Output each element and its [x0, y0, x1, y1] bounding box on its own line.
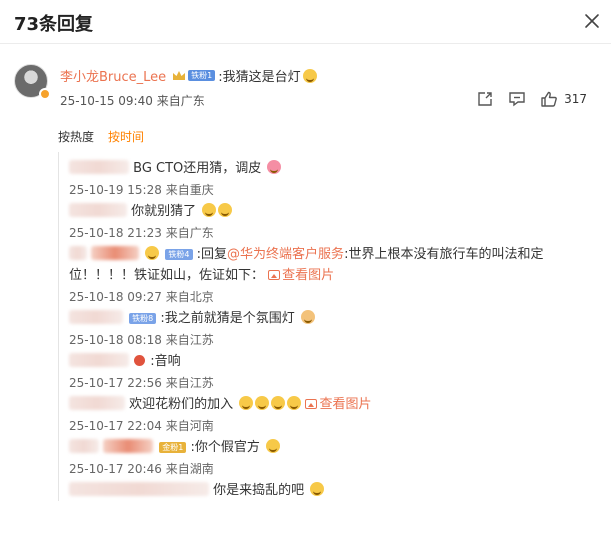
fan-badge: 铁粉4: [165, 249, 193, 260]
laugh-emoji-icon: [266, 439, 281, 453]
list-item: 欢迎花粉们的加入 查看图片 25-10-17 22:04 来自河南: [59, 394, 598, 437]
smile-emoji-icon: [310, 482, 325, 496]
reply-location: 来自河南: [165, 419, 214, 433]
grin-emoji-icon: [287, 396, 302, 410]
list-item: 铁粉8 :我之前就猜是个氛围灯 25-10-18 08:18 来自江苏: [59, 308, 598, 351]
gold-fan-badge: 金粉1: [159, 442, 187, 453]
comment-icon[interactable]: [508, 90, 526, 108]
tongue-emoji-icon: [267, 160, 282, 174]
view-picture-label: 查看图片: [319, 397, 372, 412]
reply-location: 来自江苏: [165, 376, 214, 390]
laugh-emoji-icon: [202, 203, 217, 217]
list-item: 金粉1 :你个假官方 25-10-17 20:46 来自湖南: [59, 437, 598, 480]
grin-emoji-icon: [271, 396, 286, 410]
reply-text-continued: 位！！！！铁证如山，佐证如下：: [69, 268, 265, 283]
view-picture-link[interactable]: 查看图片: [268, 268, 334, 283]
badge-icon: [134, 355, 146, 366]
picture-icon: [268, 270, 281, 280]
picture-icon: [305, 399, 318, 409]
like-icon[interactable]: [540, 90, 558, 108]
dialog-header: 73条回复: [0, 0, 611, 44]
list-item: 你就别猜了 25-10-18 21:23 来自广东: [59, 201, 598, 244]
reply-timestamp: 25-10-18 21:23: [69, 226, 162, 240]
blurred-username: [69, 439, 99, 453]
reply-prefix: :回复: [196, 247, 228, 262]
blurred-username: [69, 310, 123, 324]
blurred-username: [69, 203, 127, 217]
reply-text: :音响: [150, 354, 181, 369]
like-count: 317: [564, 92, 587, 106]
reply-location: 来自北京: [165, 290, 214, 304]
view-picture-link[interactable]: 查看图片: [305, 397, 371, 412]
tab-sort-by-hot[interactable]: 按热度: [58, 128, 94, 145]
laugh-emoji-icon: [218, 203, 233, 217]
main-comment-username[interactable]: 李小龙Bruce_Lee: [60, 66, 166, 85]
grin-emoji-icon: [255, 396, 270, 410]
blurred-username: [69, 246, 87, 260]
main-comment: 李小龙Bruce_Lee 铁粉1 :我猜这是台灯 25-10-15 09:40 …: [0, 54, 611, 116]
blurred-username: [103, 439, 154, 453]
fan-badge: 铁粉1: [188, 70, 216, 81]
crown-emoji-icon: [145, 246, 160, 260]
list-item: BG CTO还用猜，调皮 25-10-19 15:28 来自重庆: [59, 158, 598, 201]
reply-text: 你是来捣乱的吧: [213, 483, 305, 498]
share-icon[interactable]: [476, 90, 494, 108]
verified-badge-icon: [39, 88, 51, 100]
reply-location: 来自湖南: [165, 462, 214, 476]
reply-location: 来自广东: [165, 226, 214, 240]
main-comment-text: :我猜这是台灯: [218, 70, 301, 85]
reply-timestamp: 25-10-17 20:46: [69, 462, 162, 476]
blurred-username: [69, 482, 209, 496]
sort-tabs: 按热度 按时间: [58, 128, 144, 145]
reply-text: :世界上根本没有旅行车的叫法和定: [344, 247, 544, 262]
list-item: 铁粉4 :回复@华为终端客户服务:世界上根本没有旅行车的叫法和定 位！！！！铁证…: [59, 244, 598, 308]
close-icon[interactable]: [581, 10, 603, 32]
reply-timestamp: 25-10-17 22:56: [69, 376, 162, 390]
fan-badge: 铁粉8: [129, 313, 157, 324]
grin-emoji-icon: [239, 396, 254, 410]
main-comment-timestamp: 25-10-15 09:40: [60, 94, 153, 108]
thumbs-emoji-icon: [300, 310, 315, 324]
reply-count-title: 73条回复: [14, 14, 94, 35]
blurred-username: [69, 353, 129, 367]
list-item: :音响 25-10-17 22:56 来自江苏: [59, 351, 598, 394]
reply-location: 来自重庆: [165, 183, 214, 197]
blurred-username: [69, 396, 125, 410]
tab-sort-by-time[interactable]: 按时间: [108, 128, 144, 145]
reply-text: :我之前就猜是个氛围灯: [160, 311, 295, 326]
reply-text: 你就别猜了: [131, 204, 197, 219]
reply-timestamp: 25-10-19 15:28: [69, 183, 162, 197]
reply-text: :你个假官方: [190, 440, 260, 455]
reply-location: 来自江苏: [165, 333, 214, 347]
blurred-username: [91, 246, 140, 260]
reply-text: BG CTO还用猜，调皮: [133, 161, 262, 176]
mention-link[interactable]: @华为终端客户服务: [227, 247, 344, 262]
main-comment-location: 来自广东: [156, 94, 205, 108]
reply-timestamp: 25-10-18 08:18: [69, 333, 162, 347]
blurred-username: [69, 160, 129, 174]
crown-icon: [173, 71, 186, 80]
reply-timestamp: 25-10-17 22:04: [69, 419, 162, 433]
reply-list: BG CTO还用猜，调皮 25-10-19 15:28 来自重庆 你就别猜了 2…: [58, 152, 598, 501]
list-item: 你是来捣乱的吧: [59, 480, 598, 501]
view-picture-label: 查看图片: [282, 268, 335, 283]
reply-text: 欢迎花粉们的加入: [129, 397, 234, 412]
reply-timestamp: 25-10-18 09:27: [69, 290, 162, 304]
smile-emoji-icon: [302, 68, 317, 83]
